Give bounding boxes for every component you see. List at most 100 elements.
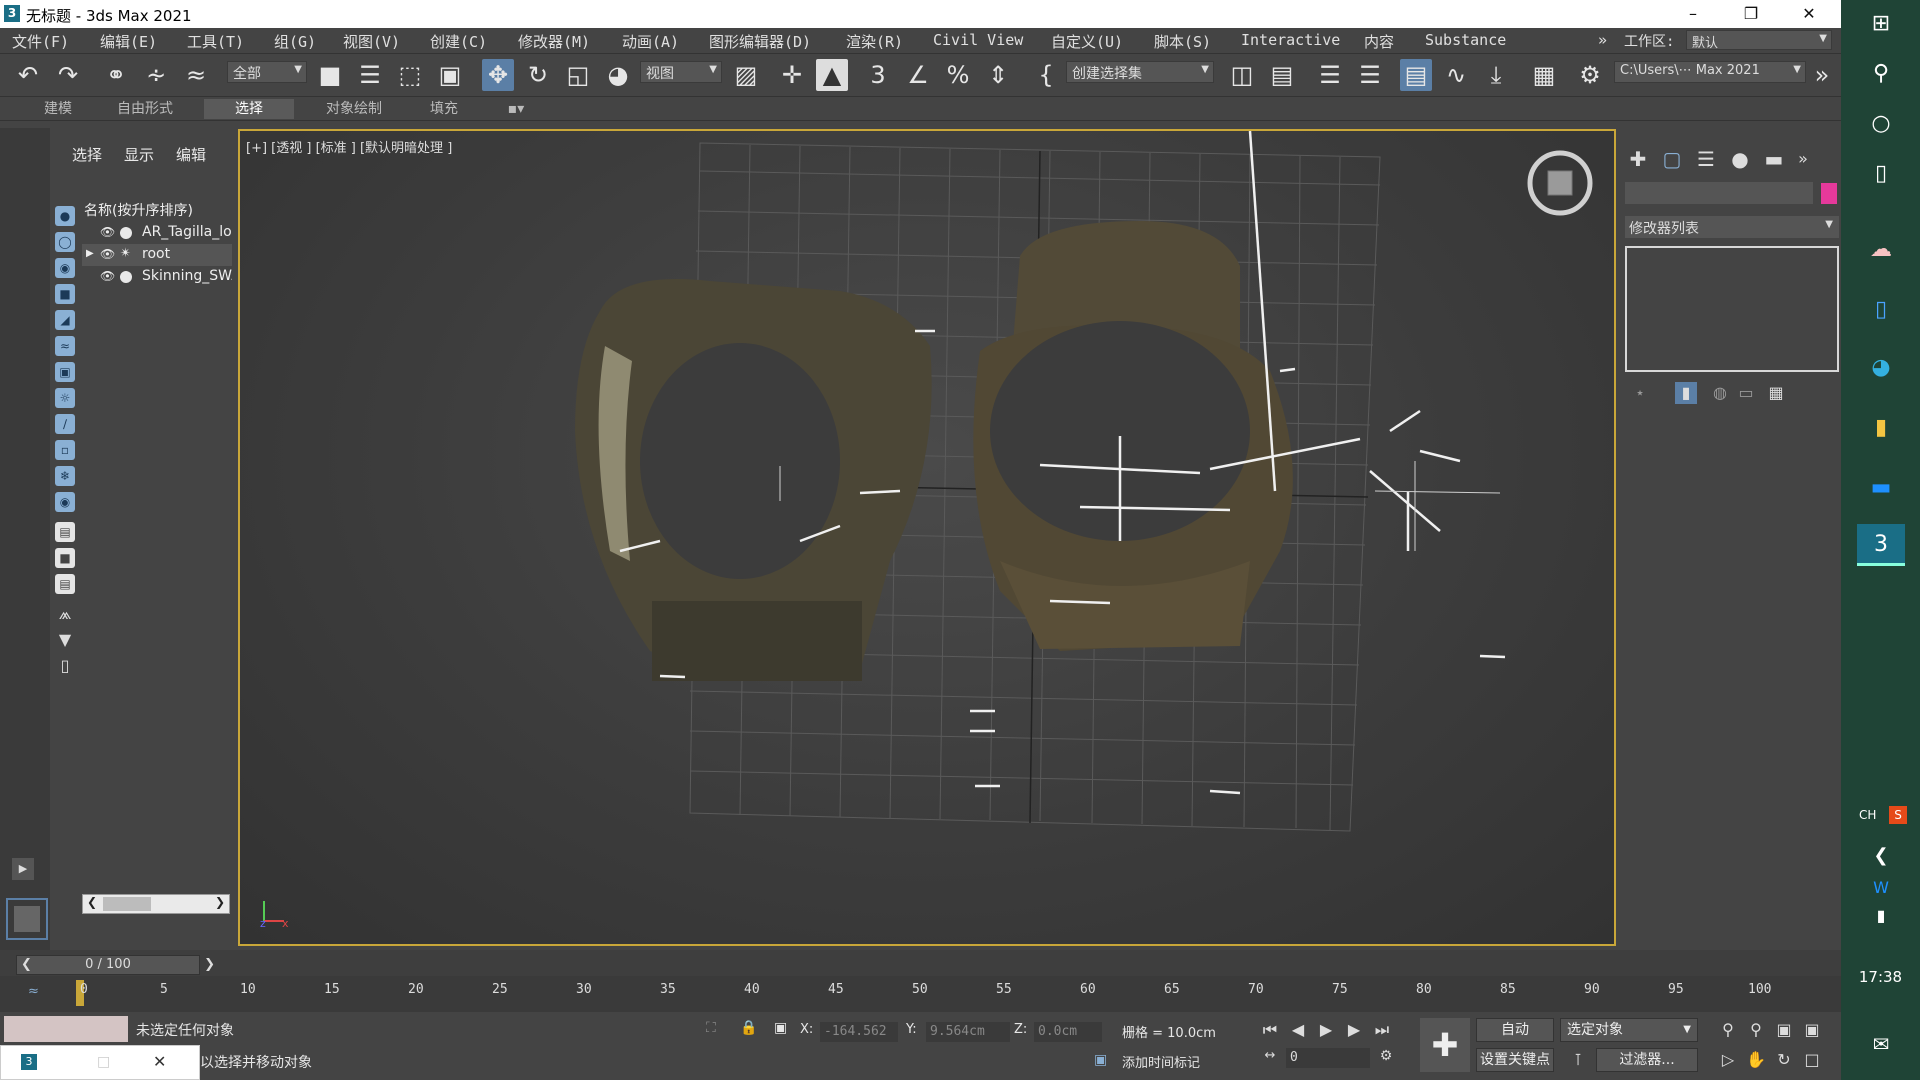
cortana-icon[interactable]: ○ [1863, 106, 1899, 142]
expand-arrow-icon[interactable]: ▶ [86, 248, 94, 259]
ribbon-tab-modeling[interactable]: 建模 [28, 99, 88, 119]
object-color-swatch[interactable] [1821, 183, 1837, 204]
filter-lights-icon[interactable]: ◉ [55, 258, 75, 278]
zoom-extents-all-icon[interactable]: ▣ [1800, 1020, 1824, 1039]
select-scale-icon[interactable]: ◱ [562, 59, 594, 91]
menu-tools[interactable]: 工具(T) [187, 31, 244, 52]
filter-xrefs-icon[interactable]: ☼ [55, 388, 75, 408]
project-path-dropdown[interactable]: C:\Users\⋯ Max 2021 ▼ [1614, 61, 1806, 83]
motion-panel-icon[interactable]: ● [1727, 146, 1753, 172]
absolute-mode-icon[interactable]: ▣ [774, 1020, 787, 1036]
menu-substance[interactable]: Substance [1425, 31, 1506, 49]
ribbon-tab-populate[interactable]: 填充 [414, 99, 474, 119]
toolbar-overflow-icon[interactable]: » [1810, 59, 1834, 91]
material-editor-icon[interactable]: ▦ [1528, 59, 1560, 91]
workspace-dropdown[interactable]: 默认 ▼ [1686, 30, 1832, 50]
filter-frozen-icon[interactable]: ❄ [55, 466, 75, 486]
pivot-center-icon[interactable]: ▨ [730, 59, 762, 91]
maximize-viewport-icon[interactable]: □ [1800, 1050, 1824, 1069]
menu-overflow-icon[interactable]: » [1598, 31, 1607, 49]
preview-close-icon[interactable]: ✕ [153, 1052, 166, 1071]
window-crossing-icon[interactable]: ▣ [434, 59, 466, 91]
invert-display-icon[interactable]: ▤ [55, 574, 75, 594]
ribbon-tab-freeform[interactable]: 自由形式 [100, 99, 190, 119]
display-none-icon[interactable]: ■ [55, 548, 75, 568]
lock-selection-icon[interactable]: 🔒 [740, 1020, 757, 1036]
book-icon[interactable]: ▯ [55, 656, 75, 676]
file-explorer-icon[interactable]: ▮ [1863, 410, 1899, 446]
visibility-eye-icon[interactable]: 👁 [100, 269, 115, 283]
angle-snap-icon[interactable]: ∠ [902, 59, 934, 91]
time-prev-icon[interactable]: ❮ [21, 956, 32, 974]
place-icon[interactable]: ◕ [602, 59, 634, 91]
3dsmax-taskbar-icon[interactable]: 3 [1857, 524, 1905, 566]
viewport-layout-icon[interactable] [6, 898, 48, 940]
menu-edit[interactable]: 编辑(E) [100, 31, 157, 52]
menu-modifiers[interactable]: 修改器(M) [518, 31, 590, 52]
named-selection-set-dropdown[interactable]: 创建选择集 ▼ [1066, 61, 1214, 83]
visibility-eye-icon[interactable]: 👁 [100, 225, 115, 239]
filter-helpers-icon[interactable]: ◢ [55, 310, 75, 330]
restore-button[interactable]: ❐ [1722, 0, 1780, 28]
menu-animation[interactable]: 动画(A) [622, 31, 679, 52]
notifications-icon[interactable]: ✉ [1863, 1026, 1899, 1062]
z-coordinate-field[interactable]: 0.0cm [1034, 1022, 1102, 1042]
ribbon-tab-object-paint[interactable]: 对象绘制 [304, 99, 404, 119]
filter-containers-icon[interactable]: ▫ [55, 440, 75, 460]
minimize-button[interactable]: – [1664, 0, 1722, 28]
ribbon-toggle-icon[interactable]: ▤ [1400, 59, 1432, 91]
phone-app-icon[interactable]: ▯ [1863, 292, 1899, 328]
curve-editor-icon[interactable]: ∿ [1440, 59, 1472, 91]
percent-snap-icon[interactable]: % [942, 59, 974, 91]
battery-icon[interactable]: ▮ [1863, 898, 1899, 934]
prev-frame-icon[interactable]: ◀ [1286, 1020, 1310, 1039]
reference-coordinate-dropdown[interactable]: 视图 ▼ [640, 61, 722, 83]
make-unique-icon[interactable]: ◍ [1709, 382, 1731, 404]
selection-filter-dropdown[interactable]: 全部 ▼ [227, 61, 307, 83]
menu-create[interactable]: 创建(C) [430, 31, 487, 52]
play-icon[interactable]: ▶ [1314, 1020, 1338, 1039]
time-next-icon[interactable]: ❯ [204, 956, 215, 974]
maxscript-listener[interactable] [4, 1016, 128, 1042]
orbit-icon[interactable]: ↻ [1772, 1050, 1796, 1069]
menu-scripting[interactable]: 脚本(S) [1154, 31, 1211, 52]
expand-toggle-icon[interactable]: ▶ [12, 858, 34, 880]
key-filters-icon[interactable]: ⊺ [1566, 1050, 1590, 1069]
perspective-viewport[interactable]: [+] [透视 ] [标准 ] [默认明暗处理 ] z x [238, 129, 1616, 946]
scene-explorer-icon[interactable]: ☰ [1314, 59, 1346, 91]
curve-editor-mini-icon[interactable]: ≈ [28, 984, 39, 999]
list-header[interactable]: 名称(按升序排序) [84, 200, 234, 220]
mirror-icon[interactable]: ◫ [1226, 59, 1258, 91]
isolate-icon[interactable]: ⛶ [706, 1020, 716, 1036]
filter-spacewarps-icon[interactable]: ≈ [55, 336, 75, 356]
preview-restore-icon[interactable]: □ [97, 1054, 110, 1070]
y-coordinate-field[interactable]: 9.564cm [926, 1022, 1010, 1042]
filter-hidden-icon[interactable]: ◉ [55, 492, 75, 512]
configure-modifier-sets-icon[interactable]: ▦ [1765, 382, 1787, 404]
search-icon[interactable]: ⚲ [1863, 56, 1899, 92]
modifier-stack[interactable] [1625, 246, 1839, 372]
viewcube-icon[interactable] [1526, 149, 1594, 217]
create-panel-icon[interactable]: ✚ [1625, 146, 1651, 172]
select-move-icon[interactable]: ✥ [482, 59, 514, 91]
unlink-icon[interactable]: ∻ [140, 59, 172, 91]
explorer-tab-display[interactable]: 显示 [124, 144, 154, 165]
ribbon-options-icon[interactable]: ▪▾ [496, 99, 536, 119]
windows-start-icon[interactable]: ⊞ [1863, 6, 1899, 42]
ribbon-tab-selection[interactable]: 选择 [204, 99, 294, 119]
field-of-view-icon[interactable]: ▷ [1716, 1050, 1740, 1069]
close-button[interactable]: ✕ [1780, 0, 1838, 28]
time-slider[interactable]: ❮ 0 / 100 ❯ [16, 955, 215, 975]
explorer-tab-select[interactable]: 选择 [72, 144, 102, 165]
add-time-tag[interactable]: 添加时间标记 [1122, 1052, 1200, 1071]
task-view-icon[interactable]: ▯ [1863, 156, 1899, 192]
scroll-left-icon[interactable]: ❮ [87, 895, 97, 909]
menu-customize[interactable]: 自定义(U) [1051, 31, 1123, 52]
show-end-result-icon[interactable]: ▮ [1675, 382, 1697, 404]
select-by-name-icon[interactable]: ☰ [354, 59, 386, 91]
explorer-horizontal-scrollbar[interactable]: ❮ ❯ [82, 894, 230, 914]
tray-expand-icon[interactable]: ❮ [1863, 838, 1899, 874]
zoom-extents-icon[interactable]: ▣ [1772, 1020, 1796, 1039]
input-language[interactable]: CH [1859, 808, 1876, 822]
menu-file[interactable]: 文件(F) [12, 31, 69, 52]
